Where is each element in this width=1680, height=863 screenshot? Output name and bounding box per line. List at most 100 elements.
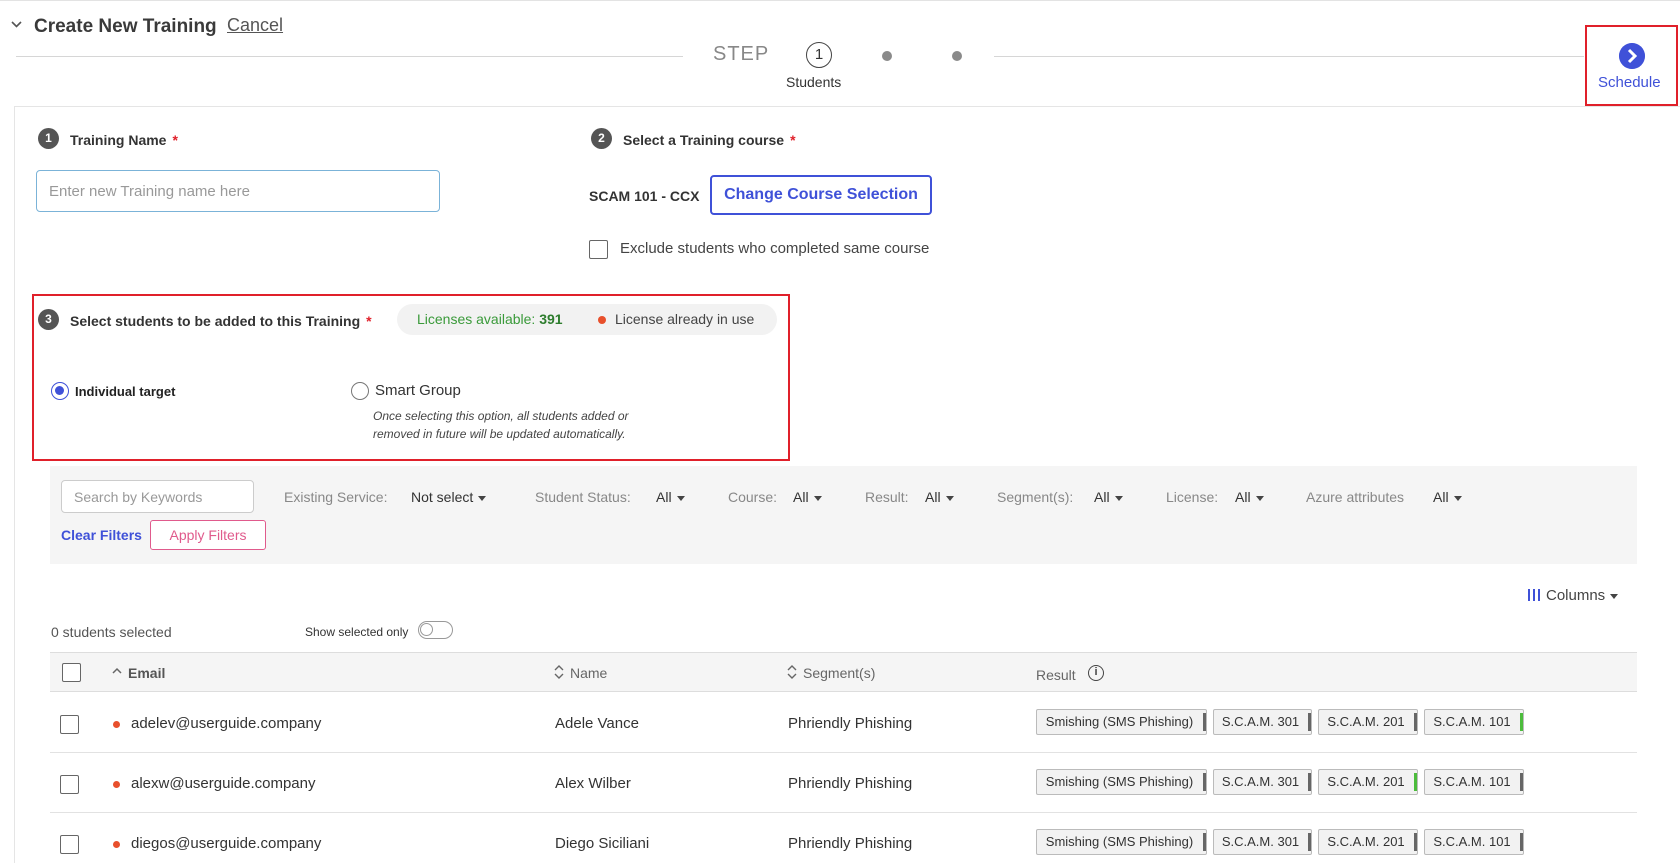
filter-existing-service-dropdown[interactable]: Not select bbox=[411, 489, 487, 505]
result-badge[interactable]: Smishing (SMS Phishing) bbox=[1036, 709, 1207, 735]
section-2-number: 2 bbox=[591, 128, 612, 149]
filter-bar bbox=[50, 466, 1637, 564]
filter-license-label: License: bbox=[1166, 489, 1219, 505]
result-status-marker bbox=[1414, 713, 1417, 731]
column-name[interactable]: Name bbox=[570, 665, 607, 681]
row-checkbox[interactable] bbox=[60, 835, 79, 854]
cancel-link[interactable]: Cancel bbox=[227, 15, 283, 36]
result-badge-label: S.C.A.M. 101 bbox=[1433, 714, 1511, 729]
result-badge[interactable]: S.C.A.M. 101 bbox=[1424, 829, 1524, 855]
result-badge[interactable]: Smishing (SMS Phishing) bbox=[1036, 769, 1207, 795]
selected-course-code: SCAM 101 - CCX bbox=[589, 188, 700, 204]
step-2-dot[interactable] bbox=[882, 51, 892, 61]
filter-azure-dropdown[interactable]: All bbox=[1433, 489, 1462, 505]
step-line-right bbox=[994, 56, 1584, 57]
sort-asc-icon[interactable] bbox=[112, 666, 122, 680]
training-name-label: Training Name * bbox=[70, 132, 178, 148]
result-status-marker bbox=[1520, 773, 1523, 791]
row-name: Alex Wilber bbox=[555, 775, 631, 792]
caret-down-icon bbox=[676, 495, 685, 501]
result-status-marker bbox=[1308, 773, 1311, 791]
individual-target-radio[interactable] bbox=[51, 382, 69, 400]
license-in-use-dot bbox=[598, 316, 606, 324]
row-name: Adele Vance bbox=[555, 715, 639, 732]
column-email[interactable]: Email bbox=[128, 665, 165, 681]
top-divider bbox=[0, 0, 1680, 1]
row-email: alexw@userguide.company bbox=[131, 775, 316, 792]
step-1-label: Students bbox=[786, 74, 842, 90]
smart-group-radio[interactable] bbox=[351, 382, 369, 400]
training-name-input[interactable] bbox=[36, 170, 440, 212]
license-in-use-dot bbox=[113, 721, 120, 728]
info-icon[interactable]: i bbox=[1088, 665, 1104, 681]
caret-down-icon bbox=[478, 495, 487, 501]
result-badge[interactable]: S.C.A.M. 301 bbox=[1213, 829, 1312, 855]
result-badge[interactable]: Smishing (SMS Phishing) bbox=[1036, 829, 1207, 855]
result-badge-label: S.C.A.M. 301 bbox=[1221, 834, 1300, 849]
result-badge[interactable]: S.C.A.M. 301 bbox=[1213, 769, 1312, 795]
result-status-marker bbox=[1203, 773, 1206, 791]
filter-segment-dropdown[interactable]: All bbox=[1094, 489, 1123, 505]
caret-down-icon bbox=[1610, 593, 1619, 599]
result-status-marker bbox=[1414, 833, 1417, 851]
caret-down-icon bbox=[945, 495, 954, 501]
individual-target-label[interactable]: Individual target bbox=[75, 384, 175, 399]
filter-result-dropdown[interactable]: All bbox=[925, 489, 954, 505]
result-status-marker bbox=[1520, 833, 1523, 851]
header: Create New Training Cancel STEP 1 Studen… bbox=[0, 0, 1680, 106]
result-badge-label: S.C.A.M. 201 bbox=[1327, 714, 1405, 729]
smart-group-description: Once selecting this option, all students… bbox=[373, 409, 629, 441]
chevron-right-circle-icon[interactable] bbox=[1619, 43, 1645, 69]
step-1-indicator[interactable]: 1 bbox=[806, 42, 832, 68]
apply-filters-button[interactable]: Apply Filters bbox=[150, 520, 266, 550]
result-badge[interactable]: S.C.A.M. 101 bbox=[1424, 769, 1524, 795]
result-status-marker bbox=[1520, 713, 1523, 731]
row-email: adelev@userguide.company bbox=[131, 715, 322, 732]
row-checkbox[interactable] bbox=[60, 715, 79, 734]
row-checkbox[interactable] bbox=[60, 775, 79, 794]
clear-filters-link[interactable]: Clear Filters bbox=[61, 527, 142, 543]
schedule-button[interactable]: Schedule bbox=[1598, 74, 1661, 91]
select-all-checkbox[interactable] bbox=[62, 663, 81, 682]
columns-icon bbox=[1528, 589, 1540, 601]
result-badge-label: S.C.A.M. 101 bbox=[1433, 774, 1511, 789]
filter-course-label: Course: bbox=[728, 489, 778, 505]
filter-license-dropdown[interactable]: All bbox=[1235, 489, 1264, 505]
step-label: STEP bbox=[713, 43, 770, 65]
filter-course-dropdown[interactable]: All bbox=[793, 489, 822, 505]
exclude-completed-checkbox[interactable] bbox=[589, 240, 608, 259]
row-segment: Phriendly Phishing bbox=[788, 835, 913, 852]
result-badge[interactable]: S.C.A.M. 201 bbox=[1318, 709, 1418, 735]
columns-button[interactable]: Columns bbox=[1528, 587, 1619, 604]
row-divider bbox=[50, 812, 1637, 813]
sort-icon[interactable] bbox=[554, 665, 564, 679]
column-segment[interactable]: Segment(s) bbox=[803, 665, 875, 681]
license-in-use-label: License already in use bbox=[615, 311, 755, 327]
selected-count: 0 students selected bbox=[51, 624, 172, 640]
step-3-dot[interactable] bbox=[952, 51, 962, 61]
result-badge[interactable]: S.C.A.M. 201 bbox=[1318, 829, 1418, 855]
show-selected-toggle[interactable] bbox=[418, 621, 453, 639]
result-badge-label: Smishing (SMS Phishing) bbox=[1045, 834, 1194, 849]
filter-student-status-dropdown[interactable]: All bbox=[656, 489, 685, 505]
result-badge[interactable]: S.C.A.M. 201 bbox=[1318, 769, 1418, 795]
caret-down-icon bbox=[1453, 495, 1462, 501]
result-status-marker bbox=[1308, 713, 1311, 731]
change-course-button[interactable]: Change Course Selection bbox=[710, 175, 932, 215]
result-badge[interactable]: S.C.A.M. 101 bbox=[1424, 709, 1524, 735]
license-in-use-dot bbox=[113, 841, 120, 848]
result-status-marker bbox=[1308, 833, 1311, 851]
show-selected-label: Show selected only bbox=[305, 625, 409, 639]
licenses-available: Licenses available: 391 bbox=[417, 311, 563, 327]
smart-group-label[interactable]: Smart Group bbox=[375, 382, 461, 399]
chevron-down-icon[interactable] bbox=[11, 19, 22, 30]
result-badge-label: S.C.A.M. 301 bbox=[1221, 714, 1300, 729]
sort-icon[interactable] bbox=[787, 665, 797, 679]
search-input[interactable] bbox=[61, 480, 254, 513]
row-segment: Phriendly Phishing bbox=[788, 775, 913, 792]
filter-segment-label: Segment(s): bbox=[997, 489, 1074, 505]
filter-azure-label: Azure attributes bbox=[1306, 489, 1405, 505]
result-badge[interactable]: S.C.A.M. 301 bbox=[1213, 709, 1312, 735]
result-badge-label: S.C.A.M. 101 bbox=[1433, 834, 1511, 849]
result-badge-label: S.C.A.M. 201 bbox=[1327, 774, 1405, 789]
